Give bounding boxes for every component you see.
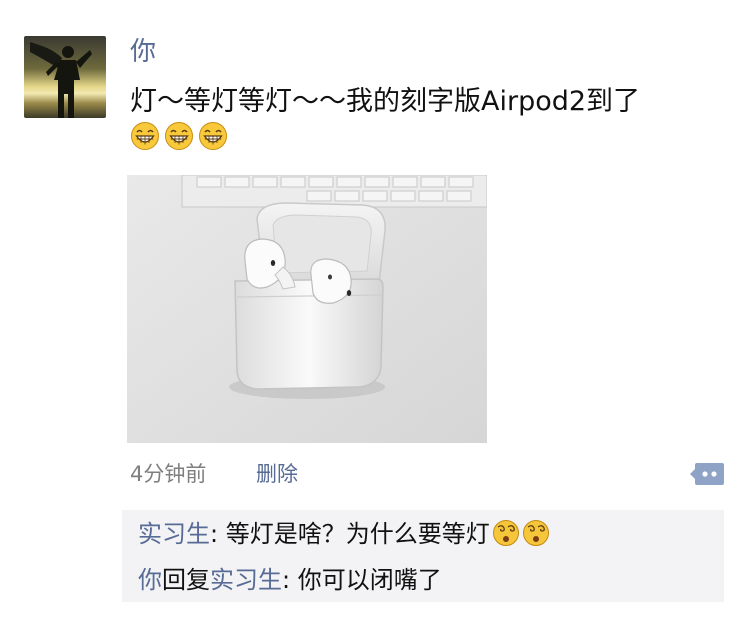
delete-link[interactable]: 删除 [256, 460, 298, 488]
grinning-face-icon [199, 122, 227, 150]
dizzy-face-icon [522, 520, 549, 546]
moments-post: 你 灯～等灯等灯～～我的刻字版Airpod2到了 4分钟前 删除 实习生: 等灯… [0, 0, 750, 620]
comment-separator: : [210, 520, 226, 548]
comment-user[interactable]: 你 [138, 566, 162, 594]
post-time: 4分钟前 [130, 462, 207, 486]
airpods-photo-drawing [127, 175, 487, 443]
comment-text: 你可以闭嘴了 [297, 566, 442, 594]
avatar[interactable] [24, 36, 106, 118]
author-name[interactable]: 你 [130, 36, 156, 68]
comment-separator: : [282, 566, 298, 594]
grinning-face-icon [165, 122, 193, 150]
comment-text: 等灯是啥？为什么要等灯 [225, 520, 490, 548]
grinning-face-icon [131, 122, 159, 150]
comments-panel: 实习生: 等灯是啥？为什么要等灯 你回复实习生: 你可以闭嘴了 [122, 510, 724, 602]
post-text: 灯～等灯等灯～～我的刻字版Airpod2到了 [130, 86, 641, 117]
comment-user[interactable]: 实习生 [138, 520, 210, 548]
comment-more-icon[interactable] [690, 462, 724, 486]
comment-item[interactable]: 实习生: 等灯是啥？为什么要等灯 [138, 518, 550, 550]
post-photo-airpods[interactable] [127, 175, 487, 443]
reply-to-user[interactable]: 实习生 [210, 566, 282, 594]
comment-item[interactable]: 你回复实习生: 你可以闭嘴了 [138, 564, 442, 596]
avatar-silhouette-image [30, 42, 92, 118]
reply-word: 回复 [162, 566, 210, 594]
post-emoji-row [130, 121, 228, 153]
dizzy-face-icon [492, 520, 519, 546]
